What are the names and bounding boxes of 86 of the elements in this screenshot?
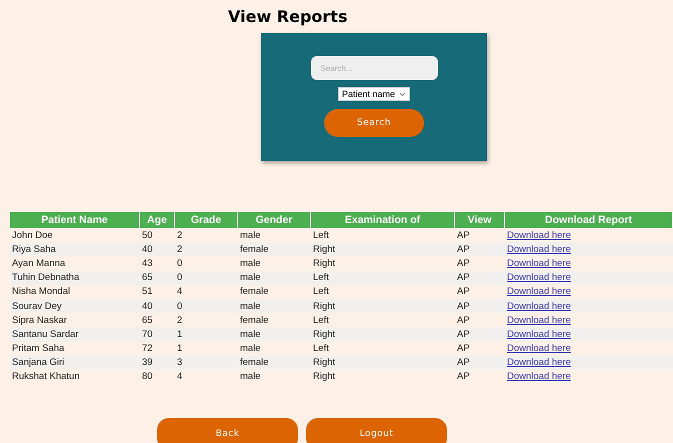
table-cell: 65 [140,270,175,285]
table-cell-text: Ayan Manna [11,256,66,271]
table-cell-text: Rukshat Khatun [11,370,81,384]
table-cell-text: 72 [141,342,154,356]
table-cell-text: 2 [176,314,184,328]
table-cell: AP [455,298,505,314]
table-cell: AP [455,270,505,285]
table-cell-text: AP [456,314,471,328]
download-link[interactable]: Download here [507,286,571,298]
table-cell-text: Left [312,228,330,242]
table-cell: Riya Saha [10,242,140,256]
table-cell-text: AP [456,285,471,299]
table-cell-text: AP [456,370,471,384]
table-cell-text: 1 [176,342,184,356]
table-cell-text: 4 [176,370,184,384]
table-cell: Right [311,298,455,314]
search-field[interactable]: Search... [310,56,438,80]
logout-button[interactable]: Logout [306,418,447,443]
table-cell-text: Left [312,342,330,356]
table-cell-text: male [239,370,262,384]
column-header: Download Report [505,212,673,228]
table-cell-text: Left [312,314,330,328]
page-title: View Reports [227,6,348,27]
table-cell: Tuhin Debnatha [10,270,140,285]
table-cell: female [238,242,311,256]
table-cell: 3 [175,356,238,370]
table-cell-text: male [239,342,262,356]
column-header: View [455,212,505,228]
table-cell: AP [455,242,505,256]
table-cell-text: Right [312,370,336,384]
column-header: Age [140,212,175,228]
table-cell-text: Sipra Naskar [11,314,68,328]
table-cell-text: 0 [176,256,184,271]
table-cell: Right [311,327,455,342]
table-cell-text: male [239,228,262,242]
table-cell-text: Left [312,285,330,299]
table-cell-text: 2 [176,228,184,242]
table-cell-text: 4 [176,285,184,299]
table-cell: male [238,270,311,285]
column-header: Grade [175,212,238,228]
table-cell: 2 [175,242,238,256]
table-cell: male [238,298,311,314]
table-cell: 40 [140,242,175,256]
table-cell: Sanjana Giri [10,356,140,370]
table-cell-text: 50 [141,228,154,242]
filter-dropdown[interactable]: Patient name [338,87,410,101]
table-cell: female [238,356,311,370]
back-button[interactable]: Back [157,418,298,443]
table-cell-text: 43 [141,256,154,271]
column-header: Patient Name [10,212,140,228]
table-cell-text: female [239,285,270,299]
table-cell-text: Pritam Saha [11,342,66,356]
table-cell-text: male [239,256,262,271]
table-cell-text: 51 [141,285,154,299]
download-link[interactable]: Download here [507,343,571,354]
table-cell-text: AP [456,228,471,242]
caret-icon [399,92,406,96]
table-cell: 1 [175,327,238,342]
table-cell: Sourav Dey [10,298,140,314]
table-cell-text: AP [456,256,471,271]
column-header: Gender [238,212,311,228]
download-link[interactable]: Download here [507,258,571,269]
download-link[interactable]: Download here [507,371,571,382]
table-cell-text: Right [312,256,336,271]
table-cell: 0 [175,298,238,314]
table-cell-text: 65 [141,314,154,328]
table-cell: Left [311,270,455,285]
download-link[interactable]: Download here [507,314,571,326]
table-cell-text: John Doe [11,228,54,242]
column-header: Examination of [311,212,455,228]
table-cell: AP [455,327,505,342]
table-cell-text: 80 [141,370,154,384]
table-cell: Santanu Sardar [10,327,140,342]
table-cell: 39 [140,356,175,370]
table-cell-text: AP [456,342,471,356]
table-cell: 0 [175,270,238,285]
table-cell: 40 [140,298,175,314]
search-button[interactable]: Search [324,109,424,137]
table-cell-text: female [239,314,270,328]
table-cell-text: Nisha Mondal [11,285,72,299]
table-cell: Right [311,242,455,256]
table-cell: Right [311,356,455,370]
table-cell: 70 [140,327,175,342]
download-link[interactable]: Download here [507,230,571,241]
table-cell: male [238,327,311,342]
table-cell: AP [455,356,505,370]
